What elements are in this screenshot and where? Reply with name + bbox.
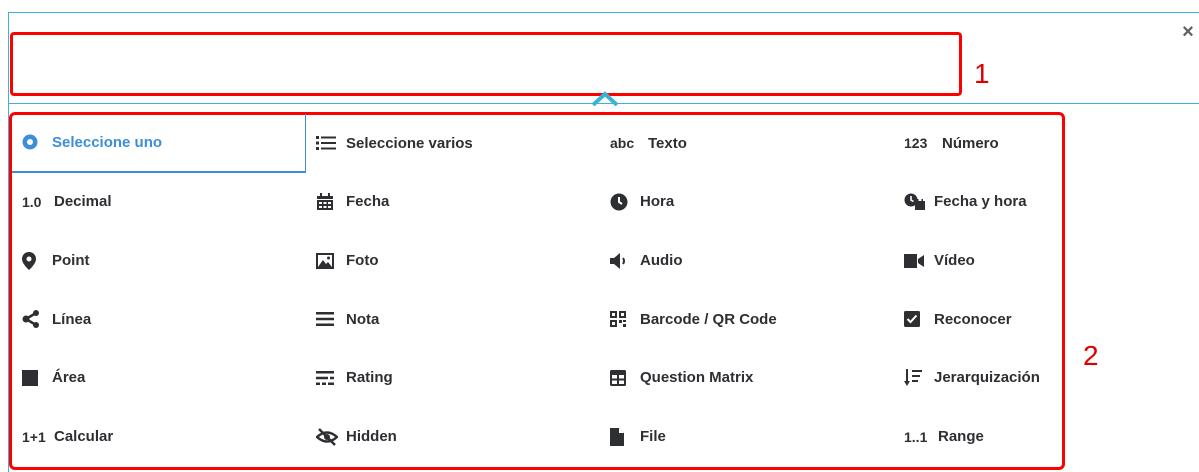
type-range[interactable]: 1..1 Range bbox=[894, 407, 1062, 466]
share-line-icon bbox=[22, 309, 44, 329]
annotation-1: 1 bbox=[974, 58, 990, 89]
checkbox-icon bbox=[904, 309, 926, 329]
type-label: Foto bbox=[346, 252, 379, 270]
type-label: Nota bbox=[346, 310, 380, 328]
range-icon: 1..1 bbox=[904, 428, 928, 445]
type-calcular[interactable]: 1+1 Calcular bbox=[12, 407, 306, 466]
question-type-grid: Seleccione uno Seleccione varios abc Tex… bbox=[12, 114, 1062, 466]
type-seleccione-uno[interactable]: Seleccione uno bbox=[12, 114, 306, 173]
type-fecha-y-hora[interactable]: Fecha y hora bbox=[894, 173, 1062, 232]
type-label: Jerarquización bbox=[934, 369, 1040, 387]
type-numero[interactable]: 123 Número bbox=[894, 114, 1062, 173]
map-pin-icon bbox=[22, 251, 44, 271]
file-icon bbox=[610, 427, 632, 447]
area-square-icon bbox=[22, 368, 44, 388]
type-label: Hidden bbox=[346, 428, 397, 446]
type-label: Barcode / QR Code bbox=[640, 310, 777, 328]
photo-icon bbox=[316, 251, 338, 271]
type-linea[interactable]: Línea bbox=[12, 290, 306, 349]
type-label: Reconocer bbox=[934, 310, 1012, 328]
type-label: Fecha bbox=[346, 193, 390, 211]
type-foto[interactable]: Foto bbox=[306, 231, 600, 290]
note-lines-icon bbox=[316, 309, 338, 329]
calendar-icon bbox=[316, 192, 338, 212]
type-label: Seleccione uno bbox=[52, 133, 163, 151]
type-jerarquizacion[interactable]: Jerarquización bbox=[894, 349, 1062, 408]
caret-up-icon bbox=[591, 91, 619, 106]
type-label: Question Matrix bbox=[640, 369, 754, 387]
rating-icon bbox=[316, 368, 338, 388]
matrix-icon bbox=[610, 368, 632, 388]
type-rating[interactable]: Rating bbox=[306, 349, 600, 408]
ranking-icon bbox=[904, 368, 926, 388]
type-label: Área bbox=[52, 369, 86, 387]
type-label: Vídeo bbox=[934, 252, 975, 270]
type-label: Línea bbox=[52, 310, 92, 328]
type-point[interactable]: Point bbox=[12, 231, 306, 290]
datetime-icon bbox=[904, 192, 926, 212]
type-label: Decimal bbox=[54, 193, 112, 211]
speaker-icon bbox=[610, 251, 632, 271]
type-seleccione-varios[interactable]: Seleccione varios bbox=[306, 114, 600, 173]
type-fecha[interactable]: Fecha bbox=[306, 173, 600, 232]
type-label: Range bbox=[938, 428, 984, 446]
qr-code-icon bbox=[610, 309, 632, 329]
type-file[interactable]: File bbox=[600, 407, 894, 466]
question-name-input-area[interactable] bbox=[10, 32, 962, 96]
annotation-2: 2 bbox=[1083, 340, 1099, 371]
type-barcode[interactable]: Barcode / QR Code bbox=[600, 290, 894, 349]
type-label: Point bbox=[52, 252, 90, 270]
type-nota[interactable]: Nota bbox=[306, 290, 600, 349]
decimal-icon: 1.0 bbox=[22, 193, 42, 210]
type-label: Texto bbox=[648, 134, 687, 152]
clock-icon bbox=[610, 192, 632, 212]
type-video[interactable]: Vídeo bbox=[894, 231, 1062, 290]
number-icon: 123 bbox=[904, 135, 928, 152]
radio-icon bbox=[22, 132, 44, 152]
type-label: Audio bbox=[640, 252, 683, 270]
calculate-icon: 1+1 bbox=[22, 428, 46, 445]
type-label: File bbox=[640, 428, 666, 446]
type-label: Rating bbox=[346, 369, 393, 387]
type-question-matrix[interactable]: Question Matrix bbox=[600, 349, 894, 408]
list-icon bbox=[316, 133, 338, 153]
type-area[interactable]: Área bbox=[12, 349, 306, 408]
type-label: Calcular bbox=[54, 428, 114, 446]
type-hora[interactable]: Hora bbox=[600, 173, 894, 232]
video-icon bbox=[904, 251, 926, 271]
type-audio[interactable]: Audio bbox=[600, 231, 894, 290]
type-label: Seleccione varios bbox=[346, 134, 473, 152]
type-label: Hora bbox=[640, 193, 675, 211]
abc-text-icon: abc bbox=[610, 135, 635, 152]
type-reconocer[interactable]: Reconocer bbox=[894, 290, 1062, 349]
close-icon[interactable]: × bbox=[1178, 22, 1198, 42]
type-decimal[interactable]: 1.0 Decimal bbox=[12, 173, 306, 232]
type-label: Número bbox=[942, 134, 999, 152]
hidden-eye-icon bbox=[316, 427, 338, 447]
type-texto[interactable]: abc Texto bbox=[600, 114, 894, 173]
type-label: Fecha y hora bbox=[934, 193, 1027, 211]
type-hidden[interactable]: Hidden bbox=[306, 407, 600, 466]
